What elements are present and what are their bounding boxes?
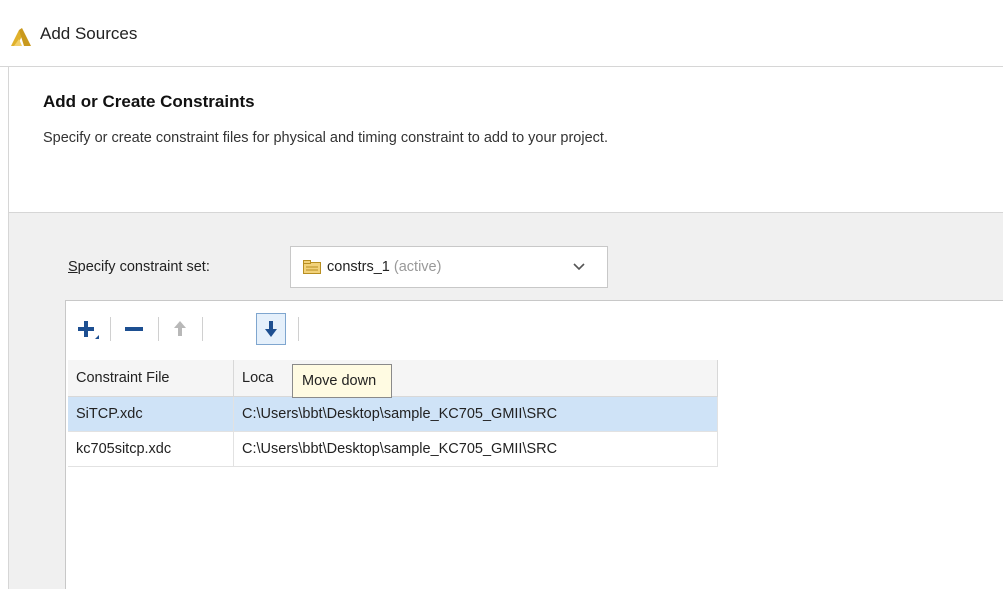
- page-title: Add or Create Constraints: [43, 92, 255, 111]
- table-row-location[interactable]: C:\Users\bbt\Desktop\sample_KC705_GMII\S…: [234, 432, 718, 467]
- title-bar: Add Sources: [0, 0, 1003, 67]
- toolbar-separator: [158, 317, 159, 341]
- column-header-constraint-file[interactable]: Constraint File: [68, 360, 234, 397]
- constraint-set-name: constrs_1: [327, 259, 390, 275]
- page-header: Add or Create Constraints Specify or cre…: [8, 67, 1003, 213]
- constraint-set-dropdown[interactable]: constrs_1 (active): [290, 246, 608, 288]
- constraint-set-label: Specify constraint set:: [68, 259, 210, 275]
- move-up-button[interactable]: [166, 315, 194, 343]
- move-down-tooltip: Move down: [292, 364, 392, 398]
- constraint-set-label-text: pecify constraint set:: [77, 259, 210, 275]
- table-row-file[interactable]: SiTCP.xdc: [68, 397, 234, 432]
- page-subtitle: Specify or create constraint files for p…: [43, 130, 608, 146]
- add-file-button[interactable]: [74, 315, 102, 343]
- vivado-logo-icon: [11, 28, 31, 46]
- move-down-button[interactable]: [256, 313, 286, 345]
- window-title: Add Sources: [40, 24, 138, 43]
- constraint-folder-icon: [303, 260, 321, 274]
- file-toolbar: [66, 301, 1003, 359]
- constraint-file-panel: Constraint File Loca SiTCP.xdc C:\Users\…: [65, 300, 1003, 589]
- table-row-location[interactable]: C:\Users\bbt\Desktop\sample_KC705_GMII\S…: [234, 397, 718, 432]
- constraint-set-value: constrs_1 (active): [327, 259, 441, 275]
- table-row-file[interactable]: kc705sitcp.xdc: [68, 432, 234, 467]
- constraint-set-label-mnemonic: S: [68, 259, 78, 275]
- remove-file-button[interactable]: [120, 315, 148, 343]
- toolbar-separator: [202, 317, 203, 341]
- chevron-down-icon[interactable]: [573, 263, 585, 271]
- toolbar-separator: [110, 317, 111, 341]
- toolbar-separator: [298, 317, 299, 341]
- constraint-set-status: (active): [393, 259, 442, 275]
